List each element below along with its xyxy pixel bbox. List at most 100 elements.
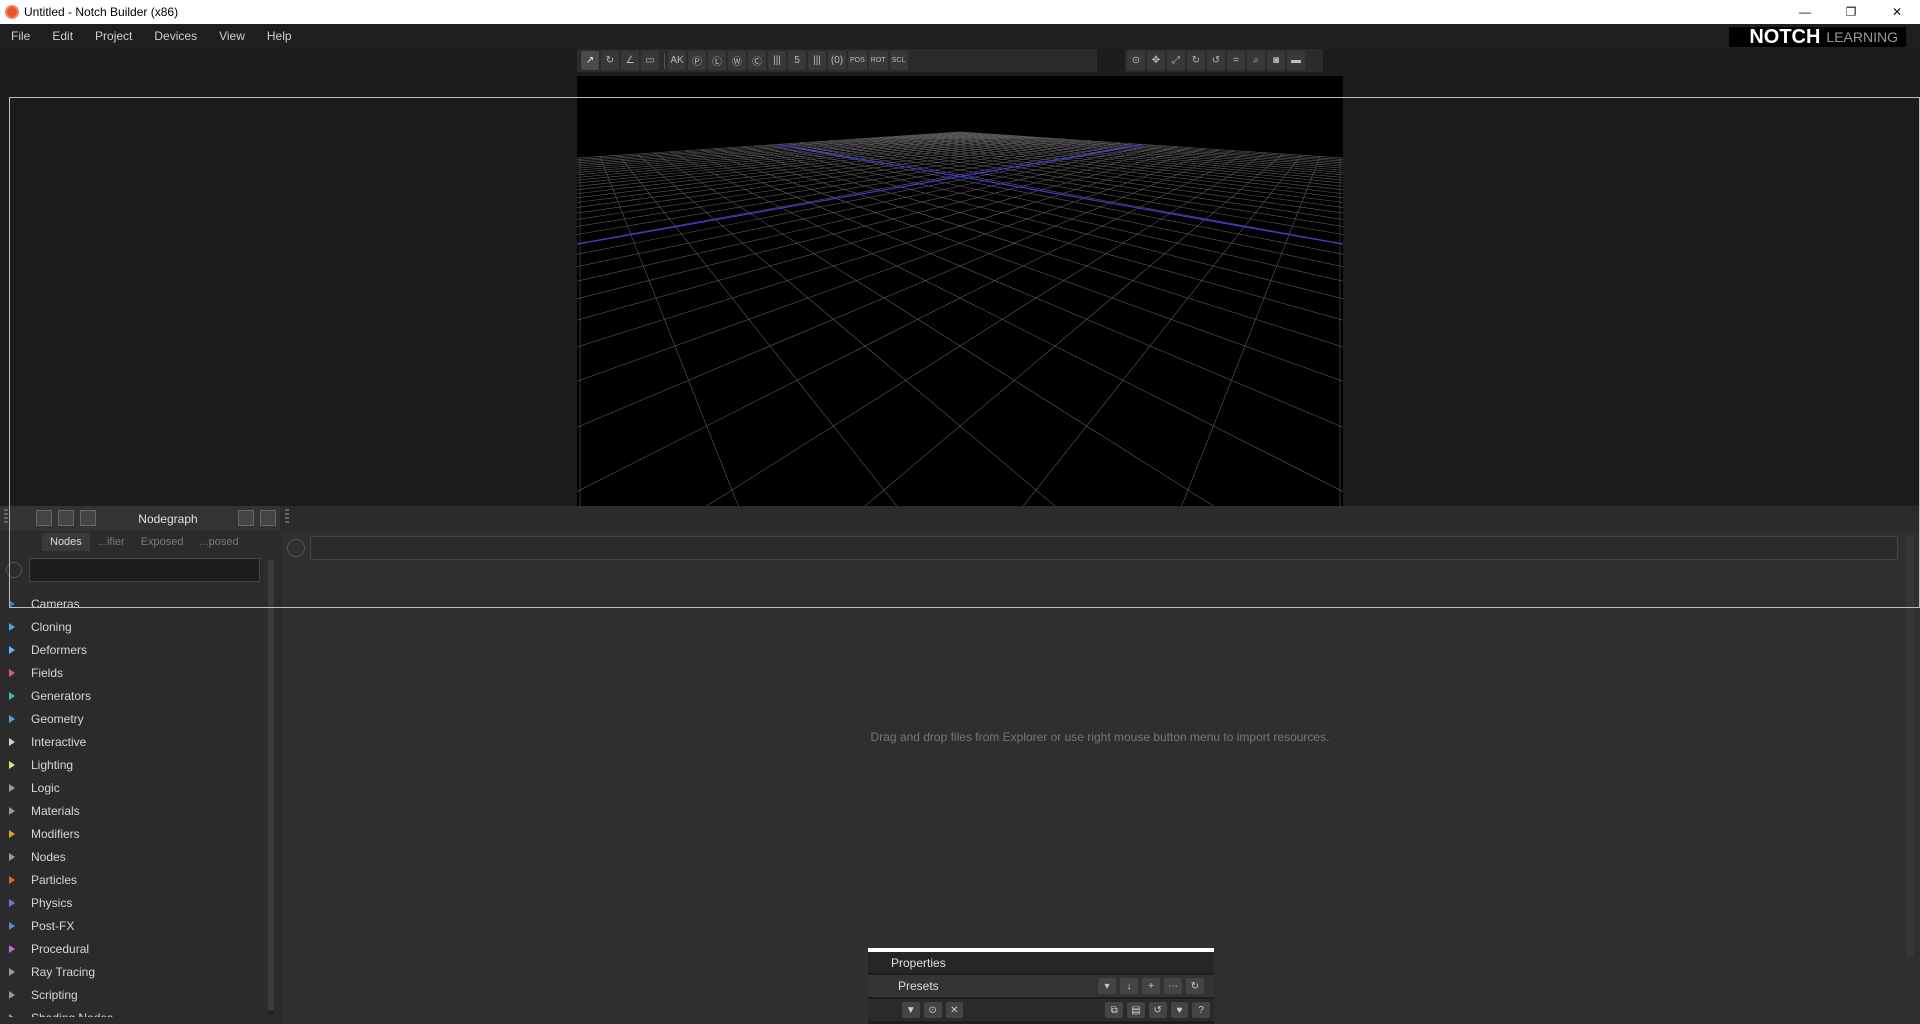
bars-icon[interactable]: ||| <box>768 51 786 70</box>
node-category-item[interactable]: Scripting <box>0 983 270 1006</box>
expand-arrow-icon[interactable] <box>9 921 15 930</box>
expand-arrow-icon[interactable] <box>9 875 15 884</box>
node-category-item[interactable]: Post-FX <box>0 914 270 937</box>
menu-file[interactable]: File <box>0 24 41 49</box>
node-category-label: Lighting <box>31 757 74 772</box>
box-select-icon[interactable]: ▭ <box>641 51 659 70</box>
node-category-item[interactable]: Particles <box>0 868 270 891</box>
target-icon[interactable]: ⊙ <box>1127 51 1145 70</box>
target-icon-2[interactable]: ⊙ <box>923 1002 942 1018</box>
close-button[interactable]: ✕ <box>1874 0 1920 24</box>
node-category-list: Cameras Cloning Deformers Fields Generators G… <box>0 592 270 1017</box>
menu-help[interactable]: Help <box>256 24 303 49</box>
axis-tool-icon[interactable]: ↗ <box>581 51 599 70</box>
presets-label[interactable]: Presets <box>868 979 1098 993</box>
node-category-label: Cloning <box>31 619 72 634</box>
expand-arrow-icon[interactable] <box>9 1013 15 1017</box>
node-category-item[interactable]: Interactive <box>0 730 270 753</box>
node-category-label: Scripting <box>31 987 78 1002</box>
menu-view[interactable]: View <box>208 24 256 49</box>
refresh-icon[interactable]: ↻ <box>1186 978 1204 994</box>
counter-display[interactable]: 5 <box>788 51 806 70</box>
node-category-item[interactable]: Geometry <box>0 707 270 730</box>
lock-scl-button[interactable]: SCL <box>889 51 908 70</box>
node-category-item[interactable]: Deformers <box>0 638 270 661</box>
copy-icon[interactable]: ⧉ <box>1105 1002 1124 1018</box>
expand-arrow-icon[interactable] <box>9 760 15 769</box>
window-title: Untitled - Notch Builder (x86) <box>24 5 179 19</box>
expand-arrow-icon[interactable] <box>9 990 15 999</box>
expand-arrow-icon[interactable] <box>9 668 15 677</box>
p-target-icon[interactable]: Ⓟ <box>688 51 706 70</box>
chevron-down-icon[interactable]: ▾ <box>1098 978 1116 994</box>
node-category-item[interactable]: Ray Tracing <box>0 960 270 983</box>
expand-arrow-icon[interactable] <box>9 714 15 723</box>
more-icon[interactable]: ⋯ <box>1164 978 1182 994</box>
reset-icon[interactable]: ↺ <box>1148 1002 1167 1018</box>
expand-arrow-icon[interactable] <box>9 829 15 838</box>
expand-arrow-icon[interactable] <box>9 691 15 700</box>
expand-arrow-icon[interactable] <box>9 852 15 861</box>
node-category-item[interactable]: Lighting <box>0 753 270 776</box>
menu-bar: File Edit Project Devices View Help <box>0 24 1920 49</box>
node-category-label: Post-FX <box>31 918 75 933</box>
clapper-icon[interactable]: ▬ <box>1287 51 1305 70</box>
paste-icon[interactable]: ▤ <box>1127 1002 1145 1018</box>
expand-arrow-icon[interactable] <box>9 645 15 654</box>
heart-icon[interactable]: ♥ <box>1170 1002 1189 1018</box>
rotate-cw-icon[interactable]: ↻ <box>1187 51 1205 70</box>
panel-drag-handle[interactable] <box>4 509 8 525</box>
node-category-item[interactable]: Physics <box>0 891 270 914</box>
l-target-icon[interactable]: Ⓛ <box>708 51 726 70</box>
node-category-label: Materials <box>31 803 80 818</box>
scale-axis-icon[interactable]: ∠ <box>621 51 639 70</box>
node-category-item[interactable]: Fields <box>0 661 270 684</box>
viewport-toolbar-right: ⊙ ✥ ⤢ ↻ ↺ = ⌕ ◙ ▬ <box>1125 49 1323 72</box>
node-category-label: Procedural <box>31 941 90 956</box>
rotate-icon[interactable]: ↻ <box>601 51 619 70</box>
undo-icon[interactable]: ↺ <box>1207 51 1225 70</box>
node-category-item[interactable]: Nodes <box>0 845 270 868</box>
viewport-toolbar: ↗ ↻ ∠ ▭ AK Ⓟ Ⓛ Ⓦ Ⓒ ||| 5 ||| (0) POS ROT… <box>577 49 1097 72</box>
c-target-icon[interactable]: Ⓒ <box>748 51 766 70</box>
node-category-item[interactable]: Procedural <box>0 937 270 960</box>
lock-pos-button[interactable]: POS <box>848 51 867 70</box>
filter-icon[interactable]: ▼ <box>902 1002 920 1018</box>
menu-devices[interactable]: Devices <box>143 24 208 49</box>
node-list-scroll-thumb[interactable] <box>268 560 274 1010</box>
lock-rot-button[interactable]: ROT <box>868 51 888 70</box>
clear-icon[interactable]: ✕ <box>945 1002 964 1018</box>
expand-arrow-icon[interactable] <box>9 737 15 746</box>
add-icon[interactable]: + <box>1142 978 1160 994</box>
zoom-icon[interactable]: ⌕ <box>1247 51 1265 70</box>
expand-icon[interactable]: ⤢ <box>1167 51 1185 70</box>
menu-project[interactable]: Project <box>84 24 143 49</box>
expand-arrow-icon[interactable] <box>9 806 15 815</box>
node-category-item[interactable]: Cloning <box>0 615 270 638</box>
brand-suffix: LEARNING <box>1826 29 1898 45</box>
expand-arrow-icon[interactable] <box>9 622 15 631</box>
node-category-item[interactable]: Materials <box>0 799 270 822</box>
ak-icon[interactable]: AK <box>668 51 686 70</box>
expand-arrow-icon[interactable] <box>9 944 15 953</box>
expand-arrow-icon[interactable] <box>9 783 15 792</box>
menu-edit[interactable]: Edit <box>41 24 84 49</box>
node-category-item[interactable]: Generators <box>0 684 270 707</box>
node-category-item[interactable]: Shading Nodes <box>0 1006 270 1017</box>
bars-icon-2[interactable]: ||| <box>808 51 826 70</box>
camera-icon[interactable]: ◙ <box>1267 51 1285 70</box>
restore-button[interactable]: ❐ <box>1828 0 1874 24</box>
expand-arrow-icon[interactable] <box>9 898 15 907</box>
node-category-item[interactable]: Logic <box>0 776 270 799</box>
minimize-button[interactable]: — <box>1782 0 1828 24</box>
expand-arrow-icon[interactable] <box>9 967 15 976</box>
lock-rot-label: ROT <box>870 57 886 64</box>
help-icon[interactable]: ? <box>1192 1002 1211 1018</box>
bracket-icon[interactable]: (0) <box>828 51 846 70</box>
move-icon[interactable]: ✥ <box>1147 51 1165 70</box>
download-icon[interactable]: ↓ <box>1120 978 1138 994</box>
lock-pos-label: POS <box>850 57 865 64</box>
w-target-icon[interactable]: Ⓦ <box>728 51 746 70</box>
node-category-item[interactable]: Modifiers <box>0 822 270 845</box>
equals-icon[interactable]: = <box>1227 51 1245 70</box>
